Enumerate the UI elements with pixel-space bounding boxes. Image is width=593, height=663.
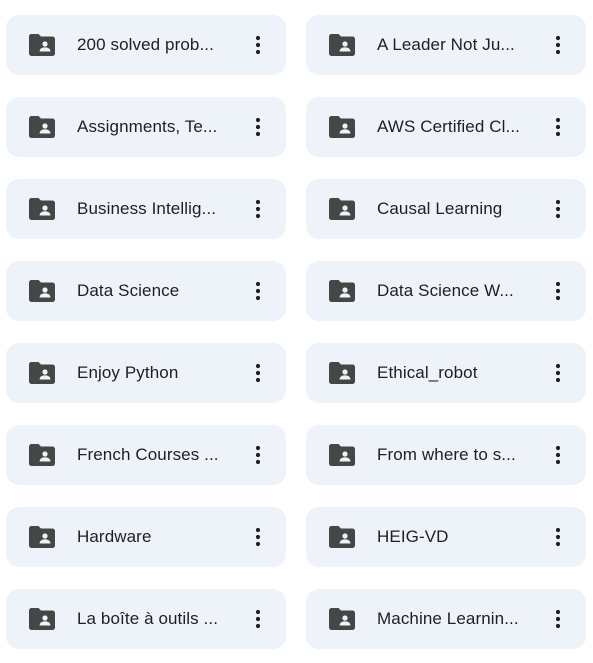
folder-card[interactable]: HEIG-VD [306,507,586,567]
shared-folder-icon [329,526,355,548]
more-vertical-icon[interactable] [544,523,572,551]
folder-name: 200 solved prob... [77,35,214,54]
folder-name: Assignments, Te... [77,117,218,136]
shared-folder-icon [329,34,355,56]
more-vertical-icon[interactable] [544,31,572,59]
shared-folder-icon [29,116,55,138]
folder-card[interactable]: A Leader Not Ju... [306,15,586,75]
folder-card[interactable]: Business Intellig... [6,179,286,239]
folder-name: Ethical_robot [377,363,478,382]
shared-folder-icon [29,280,55,302]
more-vertical-icon[interactable] [544,113,572,141]
more-vertical-icon[interactable] [544,441,572,469]
more-vertical-icon[interactable] [244,441,272,469]
more-vertical-icon[interactable] [244,113,272,141]
folder-name: French Courses ... [77,445,219,464]
folder-name: Data Science W... [377,281,514,300]
folder-name: AWS Certified Cl... [377,117,520,136]
shared-folder-icon [329,198,355,220]
shared-folder-icon [29,444,55,466]
folder-card[interactable]: AWS Certified Cl... [306,97,586,157]
folder-name: Causal Learning [377,199,503,218]
more-vertical-icon[interactable] [244,277,272,305]
folder-grid: 200 solved prob... A Leader Not Ju... As… [6,15,586,649]
folder-name: Enjoy Python [77,363,179,382]
folder-name: Hardware [77,527,152,546]
more-vertical-icon[interactable] [244,523,272,551]
more-vertical-icon[interactable] [544,277,572,305]
folder-name: From where to s... [377,445,516,464]
more-vertical-icon[interactable] [544,195,572,223]
folder-card[interactable]: 200 solved prob... [6,15,286,75]
folder-name: Business Intellig... [77,199,217,218]
folder-card[interactable]: Machine Learnin... [306,589,586,649]
folder-card[interactable]: Enjoy Python [6,343,286,403]
shared-folder-icon [329,280,355,302]
folder-card[interactable]: Assignments, Te... [6,97,286,157]
more-vertical-icon[interactable] [244,605,272,633]
more-vertical-icon[interactable] [544,605,572,633]
folder-card[interactable]: Data Science [6,261,286,321]
more-vertical-icon[interactable] [244,195,272,223]
shared-folder-icon [329,116,355,138]
shared-folder-icon [29,362,55,384]
folder-card[interactable]: La boîte à outils ... [6,589,286,649]
more-vertical-icon[interactable] [544,359,572,387]
folder-card[interactable]: Ethical_robot [306,343,586,403]
folder-name: La boîte à outils ... [77,609,219,628]
folder-name: Machine Learnin... [377,609,519,628]
folder-card[interactable]: From where to s... [306,425,586,485]
more-vertical-icon[interactable] [244,31,272,59]
shared-folder-icon [329,444,355,466]
shared-folder-icon [329,608,355,630]
shared-folder-icon [29,526,55,548]
shared-folder-icon [29,608,55,630]
folder-name: A Leader Not Ju... [377,35,515,54]
shared-folder-icon [329,362,355,384]
shared-folder-icon [29,34,55,56]
shared-folder-icon [29,198,55,220]
folder-card[interactable]: Data Science W... [306,261,586,321]
more-vertical-icon[interactable] [244,359,272,387]
folder-card[interactable]: Hardware [6,507,286,567]
folder-card[interactable]: Causal Learning [306,179,586,239]
folder-name: HEIG-VD [377,527,449,546]
folder-card[interactable]: French Courses ... [6,425,286,485]
folder-name: Data Science [77,281,180,300]
